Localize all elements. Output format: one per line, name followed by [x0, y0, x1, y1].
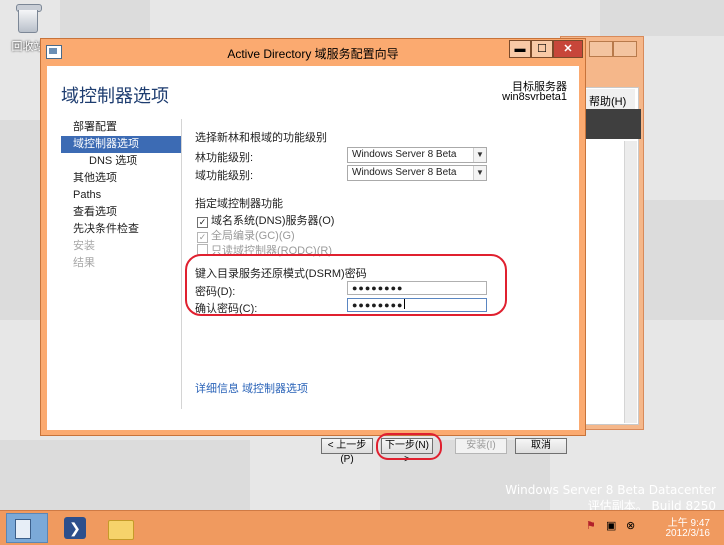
nav-item-results: 结果 [73, 257, 95, 269]
page-title: 域控制器选项 [61, 86, 169, 107]
minimize-button[interactable]: ▬ [509, 40, 531, 58]
chevron-down-icon: ▼ [473, 148, 486, 162]
clock-date[interactable]: 2012/3/16 [666, 528, 711, 539]
maximize-button[interactable]: ☐ [531, 40, 553, 58]
powershell-taskbar-icon[interactable]: ❯ [64, 517, 86, 539]
wizard-client-area: 域控制器选项 目标服务器 win8svrbeta1 部署配置 域控制器选项 DN… [47, 66, 579, 465]
domain-level-label: 域功能级别: [195, 170, 254, 182]
nav-item-prerequisites[interactable]: 先决条件检查 [61, 221, 181, 238]
domain-level-value: Windows Server 8 Beta [352, 167, 457, 178]
desktop-tile [0, 120, 40, 320]
cancel-button[interactable]: 取消 [515, 438, 567, 454]
title-bar[interactable]: Active Directory 域服务配置向导 ▬ ☐ ✕ [41, 39, 585, 65]
dsrm-annotation-circle [185, 254, 507, 316]
nav-item-installation: 安装 [73, 240, 95, 252]
file-explorer-taskbar-icon[interactable] [108, 520, 134, 540]
target-server-name: win8svrbeta1 [502, 91, 567, 103]
recycle-bin-icon [15, 4, 42, 34]
global-catalog-label: 全局编录(GC)(G) [211, 230, 295, 242]
more-info-link[interactable]: 详细信息 域控制器选项 [195, 380, 308, 396]
dc-options-form: 选择新林和根域的功能级别 林功能级别: Windows Server 8 Bet… [185, 118, 565, 418]
domain-level-select[interactable]: Windows Server 8 Beta ▼ [347, 165, 487, 181]
action-center-flag-icon[interactable]: ⚑ [586, 519, 596, 532]
forest-level-value: Windows Server 8 Beta [352, 149, 457, 160]
desktop-tile [640, 200, 724, 320]
server-manager-taskbar-icon[interactable] [6, 513, 48, 543]
nav-item-additional-options[interactable]: 其他选项 [61, 170, 181, 187]
taskbar: ❯ ⚑ ▣ ⊗ 上午 9:47 2012/3/16 [0, 510, 724, 545]
chevron-down-icon: ▼ [473, 166, 486, 180]
volume-muted-icon[interactable]: ⊗ [626, 519, 635, 532]
nav-item-review-options[interactable]: 查看选项 [61, 204, 181, 221]
nav-item-paths[interactable]: Paths [61, 187, 181, 204]
nav-item-deployment[interactable]: 部署配置 [61, 119, 181, 136]
bg-minimize-button[interactable] [589, 41, 613, 57]
nav-item-dc-options[interactable]: 域控制器选项 [61, 136, 181, 153]
close-button[interactable]: ✕ [553, 40, 583, 58]
desktop-tile [60, 0, 150, 40]
global-catalog-checkbox: ✓ 全局编录(GC)(G) [197, 227, 295, 243]
window-title: Active Directory 域服务配置向导 [227, 47, 399, 61]
forest-level-label: 林功能级别: [195, 152, 254, 164]
network-icon[interactable]: ▣ [606, 519, 616, 532]
dc-capabilities-heading: 指定域控制器功能 [195, 198, 283, 210]
forest-level-select[interactable]: Windows Server 8 Beta ▼ [347, 147, 487, 163]
watermark-build: 评估副本。 Build 8250 [587, 499, 716, 510]
bg-close-button[interactable] [613, 41, 637, 57]
wizard-nav: 部署配置 域控制器选项 DNS 选项 其他选项 Paths 查看选项 先决条件检… [61, 119, 181, 272]
watermark-edition: Windows Server 8 Beta Datacenter [505, 483, 716, 497]
bg-menu-help[interactable]: 帮助(H) [589, 93, 626, 109]
desktop-tile [600, 0, 724, 36]
clock-time[interactable]: 上午 9:47 [668, 514, 710, 529]
bg-dark-panel [585, 109, 641, 139]
desktop-tile [0, 440, 250, 510]
bg-scrollbar[interactable] [624, 141, 637, 423]
wizard-window: Active Directory 域服务配置向导 ▬ ☐ ✕ 域控制器选项 目标… [40, 38, 586, 465]
dns-server-label: 域名系统(DNS)服务器(O) [211, 215, 335, 227]
dns-server-checkbox[interactable]: ✓ 域名系统(DNS)服务器(O) [197, 212, 334, 228]
next-annotation-circle [376, 433, 442, 460]
functional-level-heading: 选择新林和根域的功能级别 [195, 132, 327, 144]
install-button: 安装(I) [455, 438, 507, 454]
nav-divider [181, 119, 182, 409]
nav-item-dns-options[interactable]: DNS 选项 [61, 153, 181, 170]
previous-button[interactable]: < 上一步(P) [321, 438, 373, 465]
